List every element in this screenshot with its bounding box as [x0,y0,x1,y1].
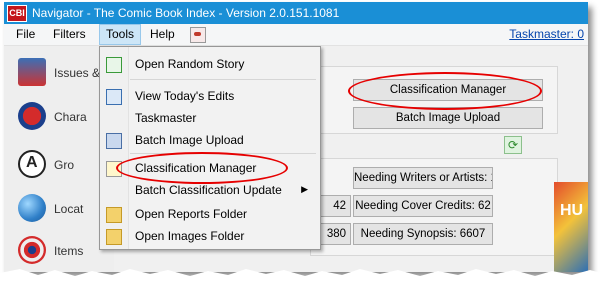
images-icon [106,133,122,149]
menu-separator [130,79,316,80]
spiderman-icon [18,102,46,130]
taskmaster-link[interactable]: Taskmaster: 0 [509,27,584,41]
menu-item-label: Open Images Folder [135,229,245,243]
comic-icon [18,58,46,86]
app-logo: CBI [7,5,27,22]
menu-file[interactable]: File [10,25,41,44]
needing-cover-credits-button[interactable]: Needing Cover Credits: 62 [353,195,493,217]
menu-help[interactable]: Help [144,25,181,44]
sidebar-item-label: Issues & [54,66,101,80]
edits-icon [106,89,122,105]
sidebar-item-label: Chara [54,110,87,124]
title-bar: CBI Navigator - The Comic Book Index - V… [4,2,588,24]
menu-item-label: Batch Classification Update [135,183,282,197]
comic-cover-text: HU [560,202,584,219]
sidebar-item-label: Gro [54,158,75,172]
toolbar-mini-button[interactable] [190,27,206,43]
refresh-icon[interactable]: ⟳ [504,136,522,154]
tools-dropdown-menu: Open Random Story View Today's Edits Tas… [99,46,321,250]
submenu-arrow-icon: ▶ [301,184,308,194]
menu-tools[interactable]: Tools [99,24,142,45]
menu-item-label: Batch Image Upload [135,133,244,147]
highlight-ellipse-menu [116,152,288,184]
menu-item-label: View Today's Edits [135,89,235,103]
batch-image-upload-button[interactable]: Batch Image Upload [353,107,543,129]
highlight-ellipse-button [348,72,542,110]
sidebar: Issues & Chara A Gro Locat Items [4,46,114,272]
menu-item-batch-image-upload[interactable]: Batch Image Upload [100,129,320,151]
menu-bar: File Filters Tools Help [4,24,588,46]
menu-filters[interactable]: Filters [47,25,92,44]
menu-item-view-todays-edits[interactable]: View Today's Edits [100,85,320,107]
shield-icon [18,236,46,264]
needing-synopsis-button[interactable]: Needing Synopsis: 6607 [353,223,493,245]
menu-item-taskmaster[interactable]: Taskmaster [100,107,320,129]
app-window: CBI Navigator - The Comic Book Index - V… [4,2,588,272]
needing-writers-button[interactable]: Needing Writers or Artists: 1 [353,167,493,189]
shuffle-icon [106,57,122,73]
torn-edge [0,269,601,283]
sidebar-item-label: Items [54,244,84,258]
menu-item-label: Taskmaster [135,111,197,125]
stats-group-panel: Needing Writers or Artists: 1 42 Needing… [307,158,558,256]
comic-cover-image: HU [554,182,588,272]
menu-item-open-images-folder[interactable]: Open Images Folder [100,225,320,247]
globe-icon [18,194,46,222]
menu-item-open-random-story[interactable]: Open Random Story [100,53,320,75]
menu-item-open-reports-folder[interactable]: Open Reports Folder [100,203,320,225]
avengers-icon: A [18,150,46,178]
menu-item-label: Open Random Story [135,57,245,71]
window-title: Navigator - The Comic Book Index - Versi… [32,6,340,20]
menu-item-label: Open Reports Folder [135,207,248,221]
sidebar-item-label: Locat [54,202,84,216]
folder-arrow-icon [106,207,122,223]
folder-icon [106,229,122,245]
